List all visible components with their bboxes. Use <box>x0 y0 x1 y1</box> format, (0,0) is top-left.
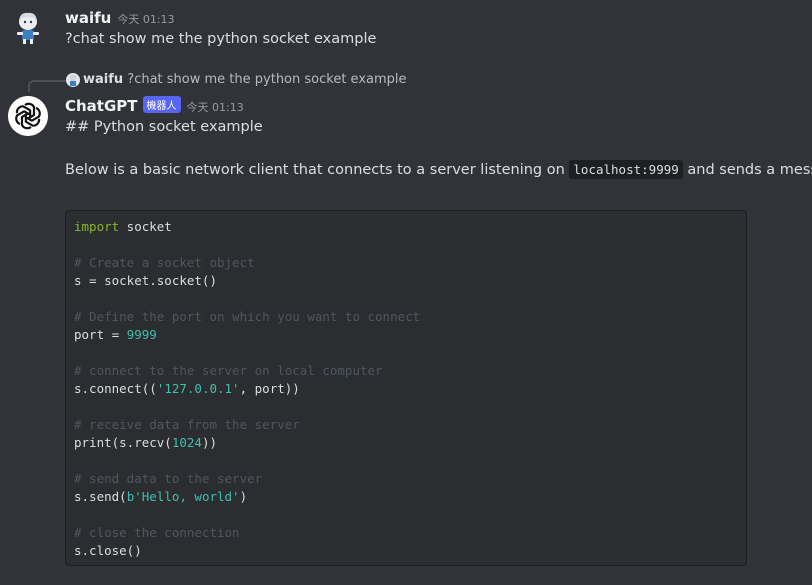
code-line: s.send(b'Hello, world') <box>74 488 738 506</box>
code-token: '127.0.0.1' <box>156 381 240 396</box>
code-line: import socket <box>74 218 738 236</box>
code-line: s.connect(('127.0.0.1', port)) <box>74 380 738 398</box>
code-block[interactable]: import socket # Create a socket object s =… <box>65 210 747 566</box>
waifu-avatar[interactable] <box>8 8 48 48</box>
message-content: ?chat show me the python socket example <box>65 31 377 47</box>
reply-avatar-icon <box>66 72 80 87</box>
message-paragraph: Below is a basic network client that con… <box>65 160 812 179</box>
code-line: s.close() <box>74 542 738 560</box>
openai-logo-icon <box>8 96 48 136</box>
code-token: # close the connection <box>74 525 240 540</box>
reply-author[interactable]: waifu <box>83 72 123 87</box>
message-waifu: waifu 今天 01:13 ?chat show me the python s… <box>0 0 812 60</box>
timestamp: 今天 01:13 <box>186 101 244 114</box>
code-line: print(s.recv(1024)) <box>74 434 738 452</box>
code-line: # send data to the server <box>74 470 738 488</box>
reply-content: ?chat show me the python socket example <box>127 72 407 87</box>
code-token: # send data to the server <box>74 471 263 486</box>
inline-code: localhost:9999 <box>569 160 683 179</box>
code-line: # connect to the server on local compute… <box>74 362 738 380</box>
chatgpt-avatar[interactable] <box>8 96 48 136</box>
code-token: 9999 <box>126 327 157 342</box>
code-line: # close the connection <box>74 524 738 542</box>
code-token: s.send( <box>74 489 127 504</box>
code-token: socket <box>119 219 172 234</box>
code-token: s.close() <box>74 543 142 558</box>
code-token: b'Hello, world' <box>126 489 240 504</box>
code-line: # Create a socket object <box>74 254 738 272</box>
code-line: # Define the port on which you want to c… <box>74 308 738 326</box>
code-token: port = <box>74 327 127 342</box>
timestamp: 今天 01:13 <box>117 13 175 26</box>
message-heading: ## Python socket example <box>65 119 263 135</box>
code-token: s = socket.socket() <box>74 273 217 288</box>
paragraph-text: Below is a basic network client that con… <box>65 162 565 178</box>
code-token: )) <box>201 435 218 450</box>
code-token: # connect to the server on local compute… <box>74 363 383 378</box>
code-token: import <box>74 219 120 234</box>
author-name[interactable]: ChatGPT <box>65 97 138 115</box>
code-line: port = 9999 <box>74 326 738 344</box>
code-token: print(s.recv( <box>74 435 172 450</box>
bot-badge: 機器人 <box>142 96 181 113</box>
code-token: , port)) <box>239 381 300 396</box>
anime-girl-avatar-icon <box>8 8 48 48</box>
code-token: # Define the port on which you want to c… <box>74 309 421 324</box>
code-token: # receive data from the server <box>74 417 300 432</box>
code-line: s = socket.socket() <box>74 272 738 290</box>
code-token: s.connect(( <box>74 381 157 396</box>
code-token: 1024 <box>171 435 202 450</box>
paragraph-text: and sends a message. <box>687 162 812 178</box>
author-name[interactable]: waifu <box>65 9 111 27</box>
code-line: # receive data from the server <box>74 416 738 434</box>
code-token: ) <box>239 489 248 504</box>
code-token: # Create a socket object <box>74 255 255 270</box>
reply-reference[interactable]: waifu ?chat show me the python socket ex… <box>66 72 407 87</box>
